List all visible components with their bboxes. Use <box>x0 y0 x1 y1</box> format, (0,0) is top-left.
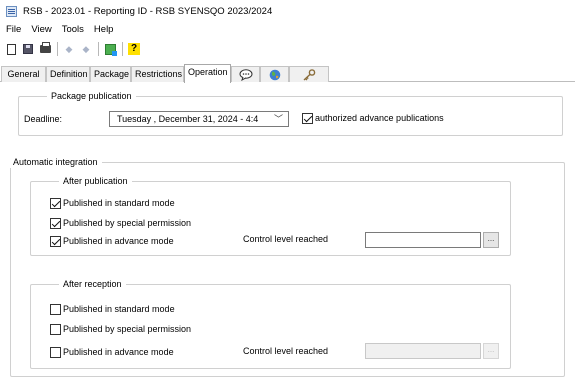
automatic-integration-title: Automatic integration <box>9 157 102 168</box>
tab-general[interactable]: General <box>1 66 46 82</box>
checkbox-label: Published in standard mode <box>63 304 175 314</box>
deadline-value: Tuesday , December 31, 2024 - 4:4 <box>117 114 259 124</box>
tab-package[interactable]: Package <box>90 66 131 82</box>
save-button[interactable] <box>21 42 35 56</box>
window-title: RSB - 2023.01 - Reporting ID - RSB SYENS… <box>23 5 273 17</box>
new-button[interactable] <box>4 42 18 56</box>
checkbox-label: Published in advance mode <box>63 347 174 357</box>
menu-bar: File View Tools Help <box>0 22 118 37</box>
tab-restrictions[interactable]: Restrictions <box>131 66 184 82</box>
deadline-label: Deadline: <box>24 114 63 124</box>
after-pub-advance-checkbox[interactable]: Published in advance mode <box>50 235 174 247</box>
toolbar-separator <box>98 42 99 56</box>
checkbox-box[interactable] <box>50 197 61 209</box>
after-rec-control-level-label: Control level reached <box>243 346 329 356</box>
checkbox-box[interactable] <box>50 235 61 247</box>
after-publication-title: After publication <box>59 176 132 187</box>
checkbox-label: Published by special permission <box>63 218 192 228</box>
operation-panel: Package publication Deadline: Tuesday , … <box>0 82 575 381</box>
package-publication-group: Package publication <box>18 91 563 136</box>
after-rec-browse-button[interactable]: ... <box>483 343 499 359</box>
checkbox-label: Published in standard mode <box>63 198 175 208</box>
after-pub-control-level-label: Control level reached <box>243 234 329 244</box>
tab-bar: General Definition Package Restrictions … <box>0 64 575 83</box>
tab-globe[interactable] <box>260 66 289 82</box>
back-arrow-icon: ◆ <box>65 43 73 54</box>
after-pub-browse-button[interactable]: ... <box>483 232 499 248</box>
chevron-down-icon: ﹀ <box>273 114 283 124</box>
help-icon: ? <box>128 43 140 55</box>
publish-button[interactable] <box>103 42 117 56</box>
tab-operation[interactable]: Operation <box>184 64 231 83</box>
after-rec-advance-checkbox[interactable]: Published in advance mode <box>50 346 174 358</box>
after-pub-standard-checkbox[interactable]: Published in standard mode <box>50 197 175 209</box>
save-icon <box>23 44 33 54</box>
checkbox-box[interactable] <box>302 112 313 124</box>
authorized-advance-label: authorized advance publications <box>315 113 444 123</box>
toolbar: ◆ ◆ ? <box>0 38 575 60</box>
print-button[interactable] <box>38 42 52 56</box>
checkbox-box[interactable] <box>50 346 61 358</box>
after-reception-title: After reception <box>59 279 126 290</box>
after-rec-standard-checkbox[interactable]: Published in standard mode <box>50 303 175 315</box>
app-icon <box>6 5 17 17</box>
checkbox-box[interactable] <box>50 323 61 335</box>
tab-definition[interactable]: Definition <box>46 66 90 82</box>
menu-help[interactable]: Help <box>89 22 119 37</box>
package-publication-title: Package publication <box>47 91 136 102</box>
checkbox-box[interactable] <box>50 217 61 229</box>
title-bar: RSB - 2023.01 - Reporting ID - RSB SYENS… <box>0 0 575 22</box>
forward-arrow-icon: ◆ <box>82 43 90 54</box>
deadline-picker[interactable]: Tuesday , December 31, 2024 - 4:4 ﹀ <box>109 111 289 127</box>
globe-icon <box>269 69 280 80</box>
after-pub-control-level-field[interactable] <box>365 232 481 248</box>
after-pub-special-checkbox[interactable]: Published by special permission <box>50 217 191 229</box>
checkbox-label: Published by special permission <box>63 324 192 334</box>
after-rec-special-checkbox[interactable]: Published by special permission <box>50 323 191 335</box>
menu-tools[interactable]: Tools <box>57 22 89 37</box>
tab-security[interactable] <box>289 66 329 82</box>
menu-file[interactable]: File <box>0 22 26 37</box>
key-icon <box>303 68 316 81</box>
toolbar-separator <box>122 42 123 56</box>
toolbar-separator <box>57 42 58 56</box>
checkbox-label: Published in advance mode <box>63 236 174 246</box>
checkbox-box[interactable] <box>50 303 61 315</box>
after-rec-control-level-field[interactable] <box>365 343 481 359</box>
help-button[interactable]: ? <box>127 42 141 56</box>
forward-button[interactable]: ◆ <box>79 42 93 56</box>
comment-bubble-icon <box>239 68 252 81</box>
print-icon <box>39 42 51 53</box>
new-document-icon <box>6 43 16 55</box>
authorized-advance-checkbox[interactable]: authorized advance publications <box>302 112 444 124</box>
tab-comments[interactable] <box>231 66 260 82</box>
menu-view[interactable]: View <box>26 22 56 37</box>
publish-icon <box>104 43 117 56</box>
back-button[interactable]: ◆ <box>62 42 76 56</box>
